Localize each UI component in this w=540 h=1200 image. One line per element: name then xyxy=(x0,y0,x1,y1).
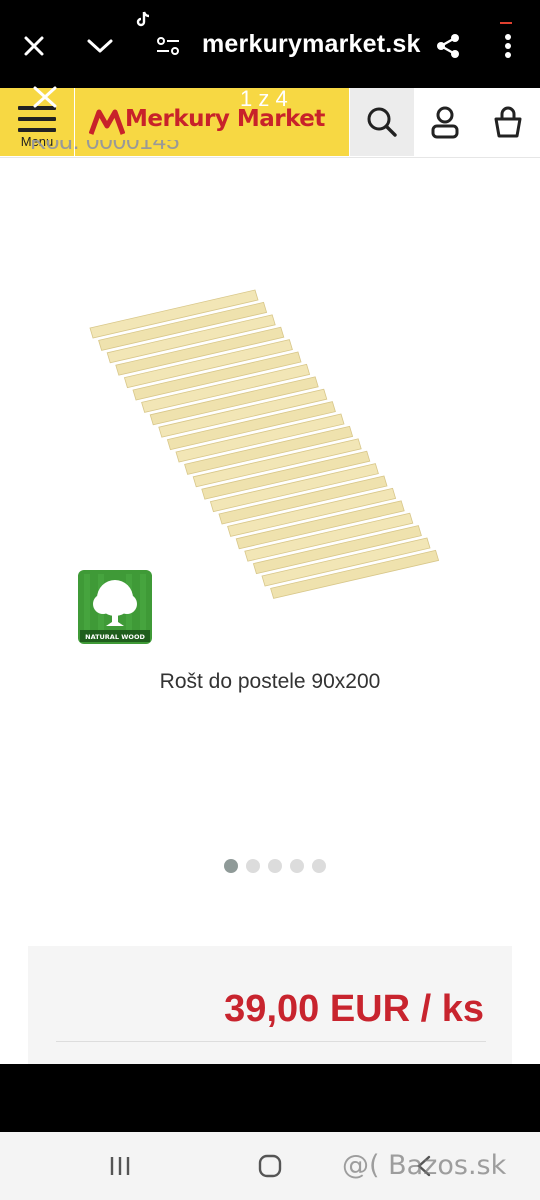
gallery-counter: 1 z 4 xyxy=(240,86,288,111)
gallery-dot[interactable] xyxy=(290,859,304,873)
close-icon xyxy=(24,36,44,56)
search-icon xyxy=(367,107,397,137)
more-vert-icon xyxy=(505,34,511,58)
bag-icon xyxy=(494,106,522,138)
site-settings-icon xyxy=(157,37,179,55)
gallery-pagination xyxy=(0,859,540,873)
price-divider xyxy=(56,1041,486,1042)
product-title: Rošt do postele 90x200 xyxy=(159,670,381,693)
more-options-button[interactable] xyxy=(488,26,528,66)
recent-apps-button[interactable] xyxy=(100,1150,140,1182)
account-button[interactable] xyxy=(414,88,476,156)
cart-button[interactable] xyxy=(476,88,540,156)
share-button[interactable] xyxy=(428,26,468,66)
site-settings-button[interactable] xyxy=(148,26,188,66)
user-icon xyxy=(431,106,459,139)
share-icon xyxy=(437,34,459,58)
home-button[interactable] xyxy=(250,1150,290,1182)
notification-indicator xyxy=(500,22,512,24)
recent-apps-icon xyxy=(110,1157,130,1175)
gallery-dot[interactable] xyxy=(312,859,326,873)
address-bar-url[interactable]: merkurymarket.sk xyxy=(202,30,421,59)
close-tab-button[interactable] xyxy=(14,26,54,66)
search-button[interactable] xyxy=(350,88,414,156)
gallery-dot[interactable] xyxy=(224,859,238,873)
gallery-close-icon[interactable] xyxy=(32,86,58,108)
collapse-button[interactable] xyxy=(80,26,120,66)
price-panel: 39,00 EUR / ks xyxy=(28,946,512,1076)
home-icon xyxy=(258,1154,282,1178)
natural-wood-badge: NATURAL WOOD xyxy=(78,570,152,644)
logo-mark-icon xyxy=(89,109,125,135)
browser-toolbar: merkurymarket.sk xyxy=(0,0,540,88)
bazos-watermark: @( Bazos.sk xyxy=(342,1150,507,1181)
gallery-dot[interactable] xyxy=(268,859,282,873)
badge-text: NATURAL WOOD xyxy=(85,633,145,641)
chevron-down-icon xyxy=(87,39,113,53)
overlay-band xyxy=(0,1064,540,1132)
product-price: 39,00 EUR / ks xyxy=(224,988,484,1030)
gallery-dot[interactable] xyxy=(246,859,260,873)
screen: merkurymarket.sk Menu Merkury Market 1 z… xyxy=(0,0,540,1200)
logo-text: Merkury Market xyxy=(125,106,325,132)
